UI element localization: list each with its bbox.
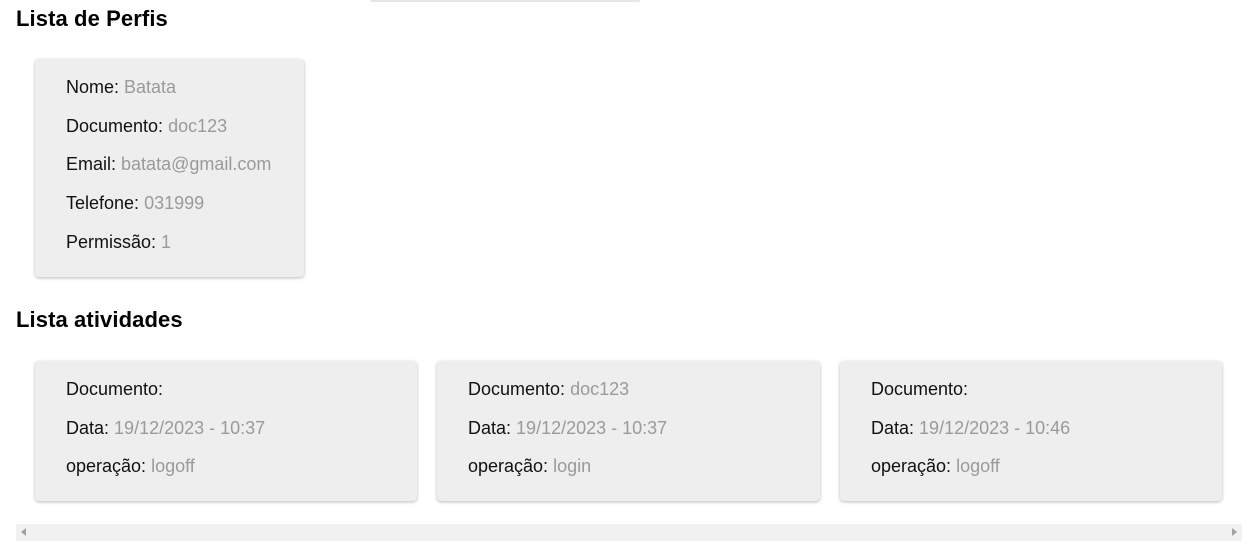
activity-date-row: Data: 19/12/2023 - 10:37 bbox=[468, 416, 820, 455]
profile-phone-label: Telefone: bbox=[66, 193, 140, 214]
activity-operation-row: operação: logoff bbox=[871, 454, 1222, 493]
activity-card: Documento: Data: 19/12/2023 - 10:37 oper… bbox=[35, 361, 417, 501]
activity-date-label: Data: bbox=[468, 417, 512, 438]
activity-date-label: Data: bbox=[66, 417, 110, 438]
profile-email-row: Email: batata@gmail.com bbox=[66, 152, 304, 191]
profiles-section-title: Lista de Perfis bbox=[16, 6, 168, 31]
activity-date-value: 19/12/2023 - 10:37 bbox=[114, 417, 266, 438]
activity-document-row: Documento: doc123 bbox=[468, 377, 820, 416]
activity-document-value: doc123 bbox=[570, 379, 630, 399]
activity-date-row: Data: 19/12/2023 - 10:37 bbox=[66, 416, 417, 455]
profile-document-value: doc123 bbox=[168, 115, 228, 136]
activity-document-row: Documento: bbox=[871, 377, 1222, 416]
activity-date-row: Data: 19/12/2023 - 10:46 bbox=[871, 416, 1222, 455]
activity-date-value: 19/12/2023 - 10:46 bbox=[919, 417, 1071, 438]
profile-card: Nome: Batata Documento: doc123 Email: ba… bbox=[35, 59, 304, 277]
profile-phone-row: Telefone: 031999 bbox=[66, 191, 304, 230]
activity-operation-row: operação: logoff bbox=[66, 454, 417, 493]
top-partial-element bbox=[370, 0, 640, 2]
horizontal-scrollbar[interactable] bbox=[16, 524, 1242, 541]
profile-name-value: Batata bbox=[124, 77, 177, 97]
activity-operation-label: operação: bbox=[66, 456, 147, 477]
activity-operation-value: logoff bbox=[956, 456, 1000, 477]
activity-operation-value: logoff bbox=[151, 456, 195, 477]
profile-email-label: Email: bbox=[66, 154, 117, 175]
activity-document-label: Documento: bbox=[66, 379, 164, 399]
activity-operation-label: operação: bbox=[468, 456, 549, 477]
profile-permission-row: Permissão: 1 bbox=[66, 230, 304, 269]
profile-name-row: Nome: Batata bbox=[66, 75, 304, 114]
profile-permission-label: Permissão: bbox=[66, 231, 157, 252]
activity-card: Documento: Data: 19/12/2023 - 10:46 oper… bbox=[840, 361, 1222, 501]
triangle-right-icon[interactable] bbox=[1232, 528, 1237, 536]
profile-permission-value: 1 bbox=[161, 231, 172, 252]
profile-name-label: Nome: bbox=[66, 77, 120, 97]
activity-date-label: Data: bbox=[871, 417, 915, 438]
profile-phone-value: 031999 bbox=[144, 193, 205, 214]
activity-document-label: Documento: bbox=[871, 379, 969, 399]
activity-operation-label: operação: bbox=[871, 456, 952, 477]
profile-email-value: batata@gmail.com bbox=[121, 154, 272, 175]
activity-card: Documento: doc123 Data: 19/12/2023 - 10:… bbox=[437, 361, 820, 501]
activities-section-title: Lista atividades bbox=[16, 307, 183, 332]
activity-operation-row: operação: login bbox=[468, 454, 820, 493]
profile-document-row: Documento: doc123 bbox=[66, 114, 304, 153]
activity-document-row: Documento: bbox=[66, 377, 417, 416]
activity-operation-value: login bbox=[553, 456, 592, 477]
activity-date-value: 19/12/2023 - 10:37 bbox=[516, 417, 668, 438]
triangle-left-icon[interactable] bbox=[21, 528, 26, 536]
profile-document-label: Documento: bbox=[66, 115, 164, 136]
activity-document-label: Documento: bbox=[468, 379, 566, 399]
